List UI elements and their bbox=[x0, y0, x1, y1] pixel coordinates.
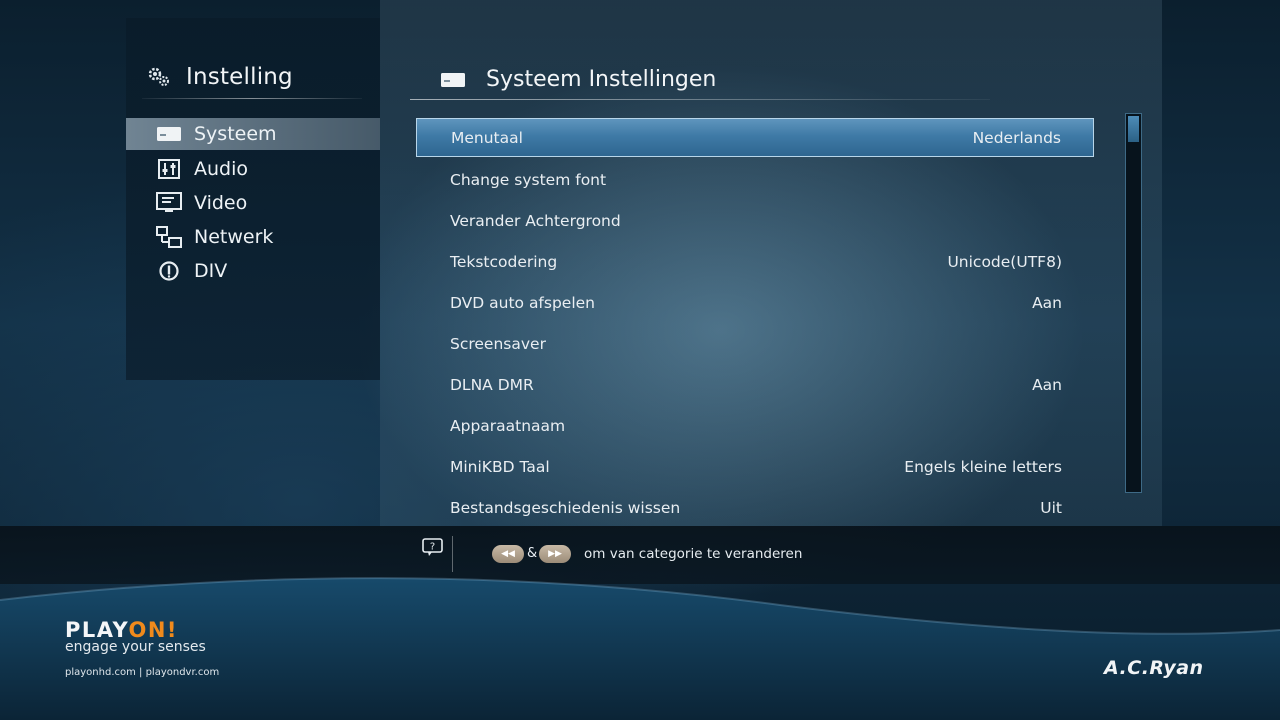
video-icon bbox=[156, 192, 182, 214]
setting-value: Unicode(UTF8) bbox=[947, 252, 1062, 271]
setting-label: Verander Achtergrond bbox=[450, 211, 621, 230]
nav-item-video[interactable]: Video bbox=[126, 186, 380, 220]
nav-item-label: Audio bbox=[194, 158, 249, 180]
nav-item-netwerk[interactable]: Netwerk bbox=[126, 220, 380, 254]
setting-value: Nederlands bbox=[972, 128, 1061, 147]
brand-urls: playonhd.com | playondvr.com bbox=[65, 667, 220, 678]
sidebar-title: Instelling bbox=[186, 64, 293, 90]
nav-item-systeem[interactable]: Systeem bbox=[126, 118, 380, 150]
setting-label: Apparaatnaam bbox=[450, 416, 566, 435]
setting-row-tekstcodering[interactable]: Tekstcodering Unicode(UTF8) bbox=[416, 241, 1094, 282]
setting-value: Uit bbox=[1040, 498, 1062, 517]
page-title: Systeem Instellingen bbox=[440, 67, 716, 92]
setting-row-apparaatnaam[interactable]: Apparaatnaam bbox=[416, 405, 1094, 446]
setting-value: Aan bbox=[1032, 293, 1062, 312]
setting-label: Tekstcodering bbox=[450, 252, 558, 271]
setting-value: Engels kleine letters bbox=[904, 457, 1062, 476]
help-icon: ? bbox=[422, 538, 444, 562]
settings-list: Menutaal Nederlands Change system font V… bbox=[416, 118, 1094, 528]
sidebar-divider bbox=[142, 98, 362, 99]
settings-scrollbar[interactable] bbox=[1125, 113, 1142, 493]
system-icon bbox=[156, 123, 182, 145]
settings-sidebar: Instelling Systeem Audio Video Netwerk D… bbox=[126, 18, 380, 380]
setting-label: Screensaver bbox=[450, 334, 546, 353]
scroll-thumb[interactable] bbox=[1128, 116, 1139, 142]
setting-label: Bestandsgeschiedenis wissen bbox=[450, 498, 681, 517]
setting-row-dvd-auto[interactable]: DVD auto afspelen Aan bbox=[416, 282, 1094, 323]
nav-item-div[interactable]: DIV bbox=[126, 254, 380, 288]
setting-row-minikbd[interactable]: MiniKBD Taal Engels kleine letters bbox=[416, 446, 1094, 487]
setting-row-history[interactable]: Bestandsgeschiedenis wissen Uit bbox=[416, 487, 1094, 528]
category-nav: Systeem Audio Video Netwerk DIV bbox=[126, 118, 380, 288]
setting-label: Change system font bbox=[450, 170, 607, 189]
setting-row-system-font[interactable]: Change system font bbox=[416, 159, 1094, 200]
setting-label: DVD auto afspelen bbox=[450, 293, 596, 312]
playon-logo: PLAYON! engage your senses bbox=[65, 618, 206, 655]
nav-item-label: Systeem bbox=[194, 123, 277, 145]
page-title-text: Systeem Instellingen bbox=[486, 67, 717, 92]
nav-item-label: DIV bbox=[194, 260, 228, 282]
setting-row-dlna-dmr[interactable]: DLNA DMR Aan bbox=[416, 364, 1094, 405]
help-ampersand: & bbox=[527, 546, 538, 561]
setting-row-screensaver[interactable]: Screensaver bbox=[416, 323, 1094, 364]
nav-item-label: Video bbox=[194, 192, 248, 214]
svg-text:?: ? bbox=[430, 542, 435, 553]
system-icon bbox=[440, 69, 466, 91]
logo-tagline: engage your senses bbox=[65, 639, 206, 655]
sidebar-header: Instelling bbox=[146, 64, 293, 90]
setting-label: Menutaal bbox=[451, 128, 523, 147]
setting-label: MiniKBD Taal bbox=[450, 457, 550, 476]
audio-icon bbox=[156, 158, 182, 180]
info-icon bbox=[156, 260, 182, 282]
nav-item-audio[interactable]: Audio bbox=[126, 152, 380, 186]
setting-row-achtergrond[interactable]: Verander Achtergrond bbox=[416, 200, 1094, 241]
acryan-logo: A.C.Ryan bbox=[1104, 657, 1204, 679]
nav-item-label: Netwerk bbox=[194, 226, 274, 248]
setting-label: DLNA DMR bbox=[450, 375, 534, 394]
gears-icon bbox=[146, 66, 172, 88]
setting-value: Aan bbox=[1032, 375, 1062, 394]
title-divider bbox=[410, 99, 990, 100]
setting-row-menutaal[interactable]: Menutaal Nederlands bbox=[416, 118, 1094, 157]
network-icon bbox=[156, 226, 182, 248]
